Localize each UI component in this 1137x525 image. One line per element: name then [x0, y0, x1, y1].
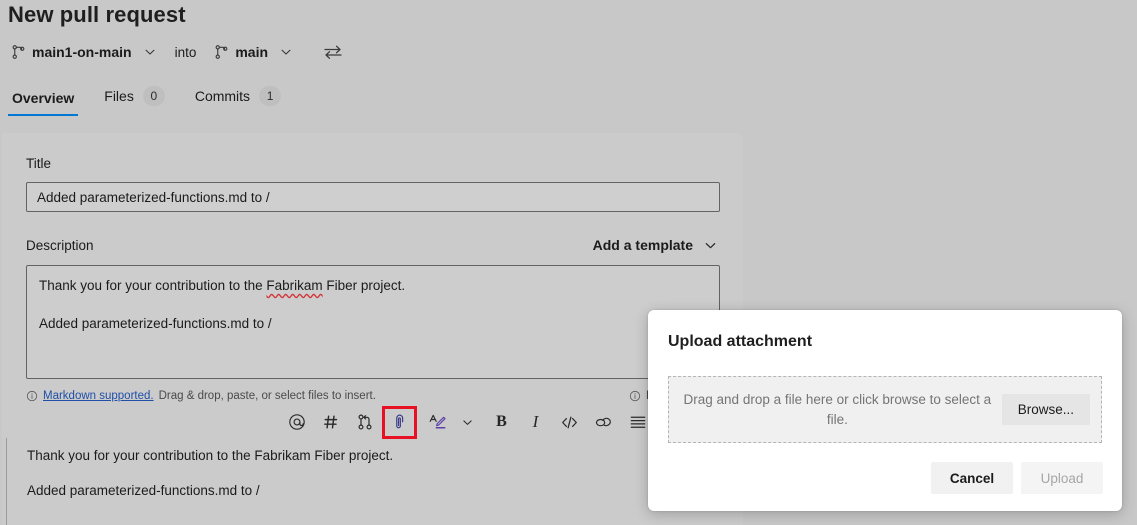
- preview-line-2: Added parameterized-functions.md to /: [27, 481, 741, 500]
- into-label: into: [175, 45, 197, 60]
- markdown-hint-text: Drag & drop, paste, or select files to i…: [159, 390, 376, 402]
- title-field-label: Title: [26, 156, 51, 171]
- description-paragraph-2: Added parameterized-functions.md to /: [39, 314, 707, 333]
- misspelled-word: Fabrikam: [266, 278, 322, 293]
- description-preview: Thank you for your contribution to the F…: [6, 438, 741, 525]
- editor-formatting-toolbar: B I: [283, 408, 658, 436]
- swap-arrows-icon[interactable]: [323, 44, 343, 60]
- info-icon: [629, 390, 641, 402]
- tab-files-label: Files: [104, 88, 134, 104]
- bulleted-list-icon[interactable]: [624, 409, 651, 436]
- source-branch-selector[interactable]: main1-on-main: [7, 42, 161, 62]
- branch-icon: [11, 44, 26, 60]
- info-icon: [26, 390, 38, 402]
- tab-files-count: 0: [143, 86, 165, 106]
- title-input[interactable]: [26, 182, 720, 212]
- link-icon[interactable]: [590, 409, 617, 436]
- markdown-hint: Markdown supported. Drag & drop, paste, …: [26, 390, 376, 402]
- mention-icon[interactable]: [283, 409, 310, 436]
- target-branch-label: main: [235, 44, 268, 60]
- upload-attachment-dialog: Upload attachment Drag and drop a file h…: [648, 310, 1122, 511]
- highlight-chevron-down-icon[interactable]: [454, 409, 481, 436]
- dialog-title: Upload attachment: [668, 333, 812, 351]
- dropzone-instruction-text: Drag and drop a file here or click brows…: [669, 390, 1002, 430]
- branch-selector-row: main1-on-main into main: [7, 42, 343, 62]
- chevron-down-icon: [703, 238, 718, 253]
- preview-line-1: Thank you for your contribution to the F…: [27, 446, 741, 465]
- add-template-label: Add a template: [593, 237, 693, 253]
- markdown-supported-link[interactable]: Markdown supported.: [43, 390, 154, 402]
- source-branch-label: main1-on-main: [32, 44, 132, 60]
- page-title: New pull request: [8, 2, 186, 28]
- bold-glyph: B: [496, 413, 507, 431]
- description-text-part-2: Fiber project.: [323, 278, 406, 293]
- description-paragraph-1: Thank you for your contribution to the F…: [39, 276, 707, 295]
- description-textarea[interactable]: Thank you for your contribution to the F…: [26, 265, 720, 379]
- work-item-link-icon[interactable]: [351, 409, 378, 436]
- dialog-action-buttons: Cancel Upload: [931, 462, 1103, 494]
- tab-overview-label: Overview: [12, 90, 74, 106]
- bold-icon[interactable]: B: [488, 409, 515, 436]
- description-text-part-1: Thank you for your contribution to the: [39, 278, 266, 293]
- chevron-down-icon: [279, 45, 293, 59]
- pull-request-tabs: Overview Files 0 Commits 1: [6, 82, 305, 116]
- tab-commits-count: 1: [259, 86, 281, 106]
- target-branch-selector[interactable]: main: [210, 42, 297, 62]
- attachment-paperclip-icon[interactable]: [385, 409, 414, 436]
- tab-overview[interactable]: Overview: [6, 86, 80, 116]
- tab-commits[interactable]: Commits 1: [189, 82, 287, 116]
- upload-button[interactable]: Upload: [1021, 462, 1103, 494]
- browse-button[interactable]: Browse...: [1002, 394, 1090, 425]
- tab-files[interactable]: Files 0: [98, 82, 171, 116]
- chevron-down-icon: [143, 45, 157, 59]
- add-template-button[interactable]: Add a template: [593, 237, 718, 253]
- italic-glyph: I: [533, 412, 539, 432]
- branch-icon: [214, 44, 229, 60]
- app-root: New pull request main1-on-main into: [0, 0, 1137, 525]
- description-field-label: Description: [26, 238, 94, 253]
- file-dropzone[interactable]: Drag and drop a file here or click brows…: [668, 376, 1102, 443]
- italic-icon[interactable]: I: [522, 409, 549, 436]
- highlight-pen-icon[interactable]: [424, 409, 451, 436]
- code-icon[interactable]: [556, 409, 583, 436]
- cancel-button[interactable]: Cancel: [931, 462, 1013, 494]
- tab-commits-label: Commits: [195, 88, 250, 104]
- hashtag-icon[interactable]: [317, 409, 344, 436]
